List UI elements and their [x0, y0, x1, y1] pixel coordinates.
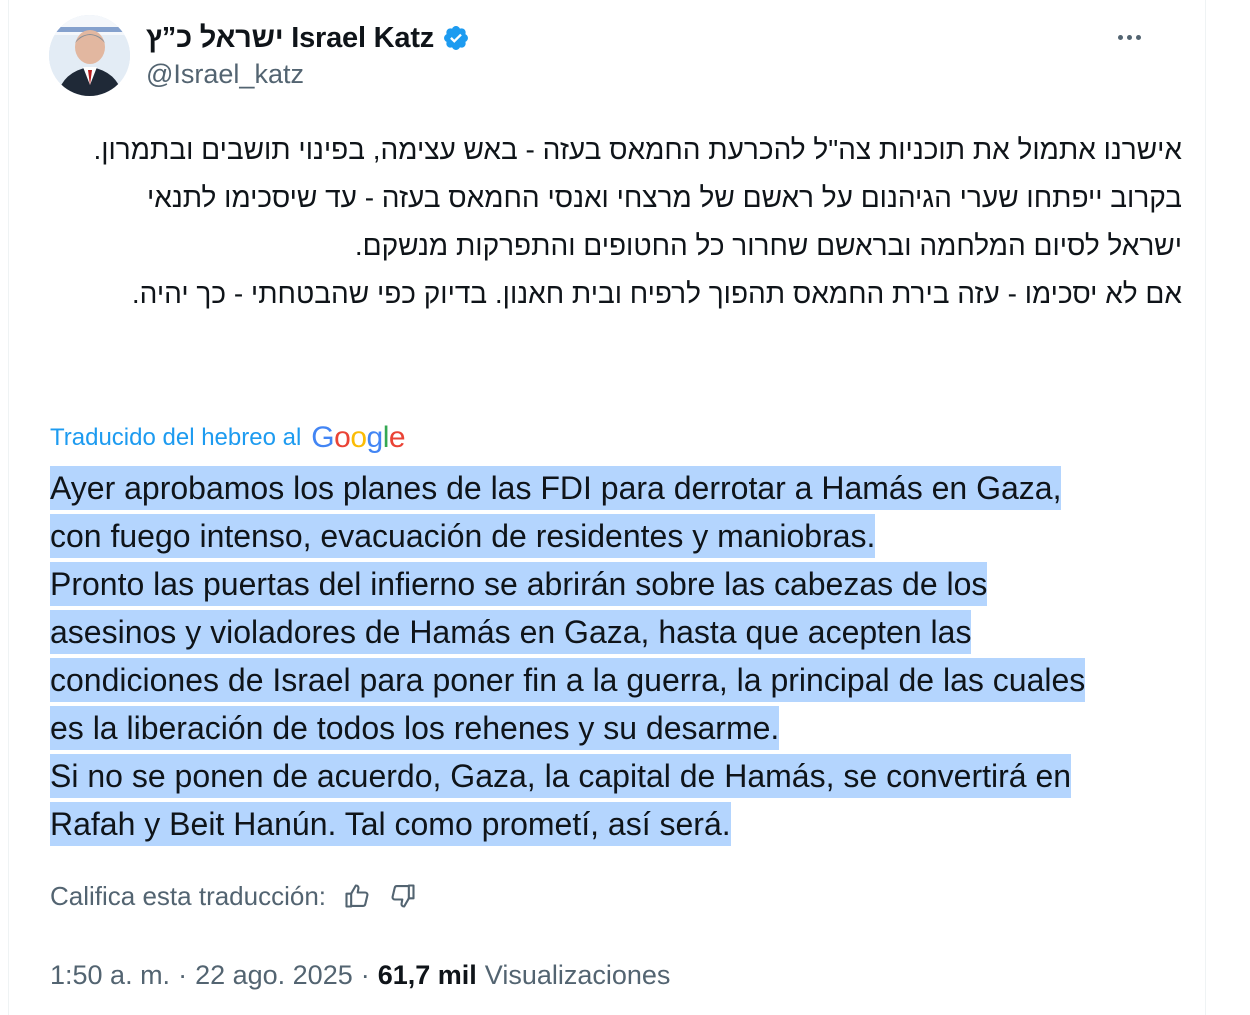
more-options-icon[interactable]	[1109, 22, 1149, 52]
translated-line: con fuego intenso, evacuación de residen…	[50, 512, 1200, 560]
translated-line: condiciones de Israel para poner fin a l…	[50, 656, 1200, 704]
tweet-text-paragraph: אם לא יסכימו - עזה בירת החמאס תהפוך לרפי…	[131, 278, 1182, 309]
translation-attribution[interactable]: Traducido del hebreo al Google	[50, 420, 406, 456]
thumbs-up-icon[interactable]	[342, 881, 372, 911]
translated-line: Si no se ponen de acuerdo, Gaza, la capi…	[50, 752, 1200, 800]
translated-line: Rafah y Beit Hanún. Tal como prometí, as…	[50, 800, 1200, 848]
meta-separator: ·	[360, 959, 370, 990]
tweet-translated-text: Ayer aprobamos los planes de las FDI par…	[50, 464, 1200, 848]
tweet-date[interactable]: 22 ago. 2025	[195, 960, 353, 991]
google-logo: Google	[311, 421, 406, 454]
views-count: 61,7 mil	[377, 959, 477, 990]
rate-translation-label: Califica esta traducción:	[50, 880, 327, 911]
views-label: Visualizaciones	[484, 959, 671, 990]
translated-line: asesinos y violadores de Hamás en Gaza, …	[50, 608, 1200, 656]
translated-line: es la liberación de todos los rehenes y …	[50, 704, 1200, 752]
tweet-meta: 1:50 a. m. · 22 ago. 2025 · 61,7 mil Vis…	[50, 955, 670, 995]
author-name-row[interactable]: ישראל כ”ץ Israel Katz	[146, 18, 470, 58]
translated-line: Ayer aprobamos los planes de las FDI par…	[50, 464, 1200, 512]
profile-photo-icon	[49, 15, 130, 96]
tweet-original-text: אישרנו אתמול את תוכניות צה"ל להכרעת החמא…	[79, 126, 1182, 318]
meta-separator: ·	[178, 959, 188, 990]
tweet-text-paragraph: בקרוב ייפתחו שערי הגיהנום על ראשם של מרצ…	[147, 182, 1182, 261]
translated-from-label[interactable]: Traducido del hebreo al	[50, 424, 301, 452]
translated-line: Pronto las puertas del infierno se abrir…	[50, 560, 1200, 608]
tweet-card: ישראל כ”ץ Israel Katz @Israel_katz אישרנ…	[8, 0, 1206, 1015]
avatar[interactable]	[49, 15, 130, 96]
author-handle[interactable]: @Israel_katz	[146, 59, 304, 90]
tweet-time[interactable]: 1:50 a. m.	[50, 960, 170, 991]
rate-translation-row: Califica esta traducción:	[50, 876, 418, 916]
tweet-text-paragraph: אישרנו אתמול את תוכניות צה"ל להכרעת החמא…	[93, 134, 1182, 165]
verified-badge-icon[interactable]	[442, 24, 470, 52]
author-display-name[interactable]: ישראל כ”ץ Israel Katz	[146, 22, 434, 55]
thumbs-down-icon[interactable]	[388, 881, 418, 911]
